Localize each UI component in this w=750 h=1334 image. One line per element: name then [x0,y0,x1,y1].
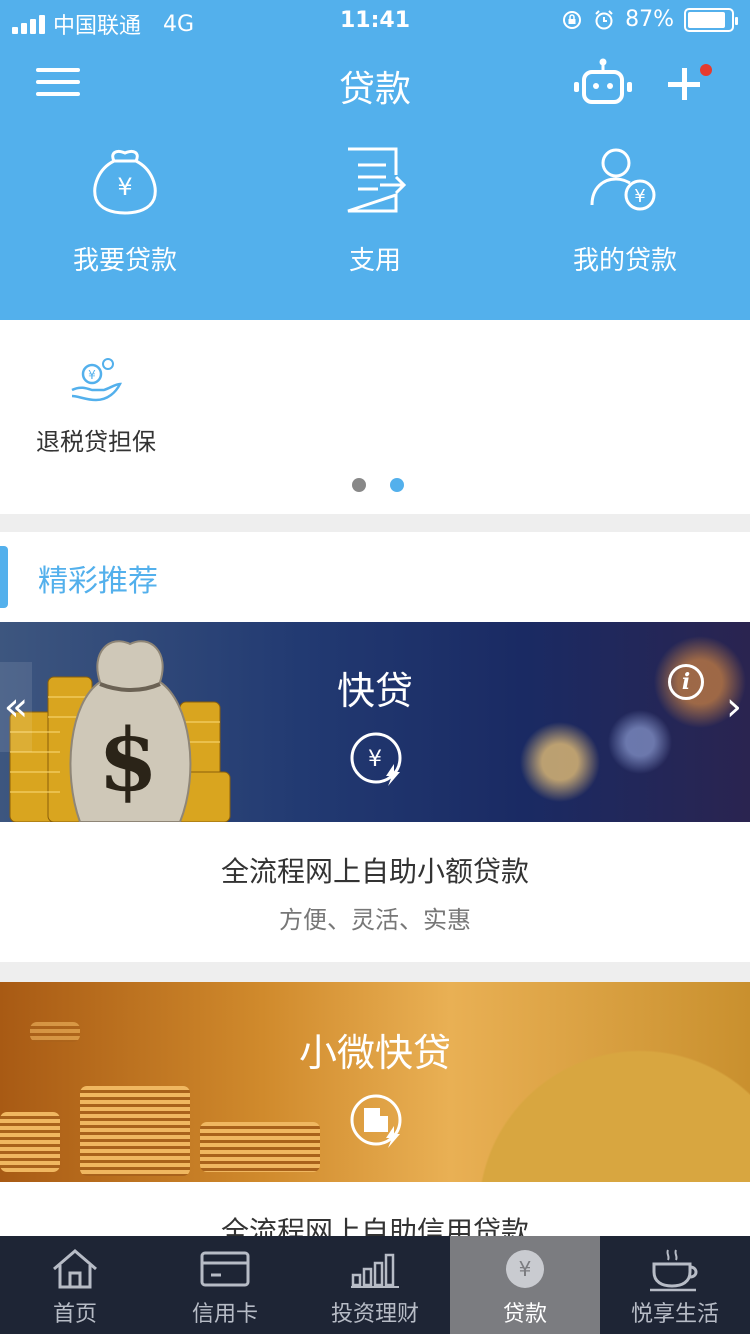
section-accent-bar [0,546,8,608]
product-banner-quick-loan[interactable]: $ « 快贷 ¥ i › [0,622,750,822]
section-title: 精彩推荐 [38,564,158,599]
yuan-lightning-icon: ¥ [350,732,402,786]
quick-action-label: 支用 [348,246,401,276]
yuan-coin-icon: ¥ [506,1250,544,1288]
tab-label: 投资理财 [330,1302,419,1327]
info-icon[interactable]: i [668,664,704,700]
battery-icon [684,7,738,32]
banner-title: 快贷 [336,669,413,713]
status-bar: 中国联通 4G 11:41 87% [0,0,750,42]
coffee-cup-icon [650,1249,698,1292]
tab-bar: 首页 信用卡 投资理财 ¥ 贷款 悦享生活 [0,1236,750,1334]
tab-lifestyle[interactable]: 悦享生活 [600,1236,750,1334]
document-arrow-icon [347,147,407,213]
robot-icon[interactable] [570,56,636,114]
product-headline: 全流程网上自助小额贷款 [220,855,529,888]
bar-chart-icon [351,1253,399,1288]
product-tagline: 方便、灵活、实惠 [279,906,471,934]
tab-label: 悦享生活 [630,1302,719,1327]
section-header: 精彩推荐 [0,532,750,622]
svg-text:¥: ¥ [88,368,96,382]
page-title: 贷款 [338,69,411,110]
tab-loan[interactable]: ¥ 贷款 [450,1236,600,1334]
quick-action-my-loans[interactable]: ¥ 我的贷款 [500,140,750,300]
tab-investment[interactable]: 投资理财 [300,1236,450,1334]
alarm-icon [595,9,613,29]
rotation-lock-icon [563,10,582,29]
product-card-micro-quick-loan[interactable]: 全流程网上自助信用贷款 [0,1182,750,1242]
svg-text:¥: ¥ [368,747,382,772]
nav-bar: 贷款 [0,42,750,128]
home-icon [53,1249,97,1289]
building-lightning-icon [350,1094,402,1148]
banner-title: 小微快贷 [298,1031,451,1075]
quick-actions: ¥ 我要贷款 支用 ¥ 我的贷款 [0,140,750,300]
svg-text:¥: ¥ [519,1257,532,1281]
tab-label: 信用卡 [191,1302,258,1327]
tab-home[interactable]: 首页 [0,1236,150,1334]
banner-next-button[interactable]: › [718,662,750,752]
user-yuan-icon: ¥ [590,148,656,211]
svg-text:¥: ¥ [634,186,645,207]
svg-text:¥: ¥ [117,173,132,201]
svg-text:$: $ [98,710,158,811]
page-dot-active[interactable] [390,478,404,492]
header-area: 中国联通 4G 11:41 87% 贷款 ¥ 我要贷款 支用 ¥ 我的贷款 [0,0,750,320]
service-label: 退税贷担保 [36,428,156,456]
quick-action-draw[interactable]: 支用 [250,140,500,300]
tab-label: 首页 [52,1302,97,1327]
services-panel: ¥ 退税贷担保 [0,320,750,514]
quick-action-apply-loan[interactable]: ¥ 我要贷款 [0,140,250,300]
battery-percent: 87% [625,7,674,32]
notification-dot [700,64,712,76]
page-dot[interactable] [352,478,366,492]
product-card-quick-loan[interactable]: 全流程网上自助小额贷款 方便、灵活、实惠 [0,822,750,962]
product-banner-micro-quick-loan[interactable]: 小微快贷 [0,982,750,1182]
quick-action-label: 我要贷款 [72,246,177,276]
hand-coin-icon: ¥ [71,358,123,402]
add-button[interactable] [662,62,712,110]
money-bag-icon: ¥ [93,149,157,215]
credit-card-icon [200,1251,250,1287]
page-indicator [352,478,404,492]
tab-credit-card[interactable]: 信用卡 [150,1236,300,1334]
service-tax-refund-guarantee[interactable]: ¥ 退税贷担保 [26,358,166,457]
quick-action-label: 我的贷款 [572,246,677,276]
tab-label: 贷款 [502,1302,547,1327]
money-bag-coins-image: $ [9,640,231,822]
